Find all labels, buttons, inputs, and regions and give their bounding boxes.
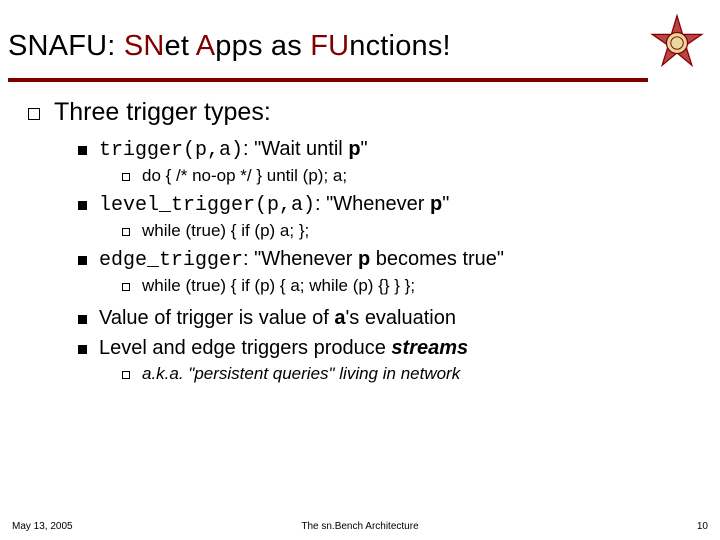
heading-level1: Three trigger types: [28,98,700,127]
trigger-item: edge_trigger: "Whenever p becomes true" [78,247,700,272]
label-post: becomes true" [370,248,504,270]
trigger-line: edge_trigger: "Whenever p becomes true" [99,248,504,272]
footer-center: The sn.Bench Architecture [0,521,720,532]
slide-footer: May 13, 2005 The sn.Bench Architecture 1… [0,521,720,532]
title-row: SNAFU: SNet Apps as FUnctions! [0,0,720,78]
note-pre: Level and edge triggers produce [99,337,391,359]
note-ital: streams [391,337,468,359]
sub-item: do { /* no-op */ } until (p); a; [122,166,700,186]
title-seg: pps as [215,30,310,62]
footer-date: May 13, 2005 [12,521,73,532]
slide-body: Three trigger types: trigger(p,a): "Wait… [0,98,720,384]
note-line: Level and edge triggers produce streams [99,337,468,360]
code-text: edge_trigger [99,249,243,272]
label-pre: : "Whenever [243,248,358,270]
title-seg: et [165,30,196,62]
bullet-open-icon [122,283,130,291]
title-seg-hl: SN [124,30,165,62]
label-bold: p [430,193,442,215]
trigger-item: level_trigger(p,a): "Whenever p" [78,192,700,217]
label-post: " [442,193,449,215]
note-pre: Value of trigger is value of [99,307,334,329]
trigger-line: trigger(p,a): "Wait until p" [99,138,368,162]
code-text: trigger(p,a) [99,139,243,162]
sub-text: while (true) { if (p) a; }; [142,221,309,241]
note-bold: a [334,307,345,329]
sub-item: a.k.a. "persistent queries" living in ne… [122,364,700,384]
title-seg: SNAFU: [8,30,124,62]
footer-page: 10 [697,521,708,532]
slide-title: SNAFU: SNet Apps as FUnctions! [8,30,640,63]
level2-group: trigger(p,a): "Wait until p" do { /* no-… [28,137,700,384]
note-line: Value of trigger is value of a's evaluat… [99,307,456,330]
bullet-open-icon [28,108,40,120]
title-seg-hl: FU [310,30,349,62]
bullet-open-icon [122,228,130,236]
note-post: 's evaluation [345,307,456,329]
bullet-filled-icon [78,201,87,210]
label-bold: p [348,138,360,160]
sub-item: while (true) { if (p) { a; while (p) {} … [122,276,700,296]
bullet-filled-icon [78,146,87,155]
sub-item: while (true) { if (p) a; }; [122,221,700,241]
sub-text: do { /* no-op */ } until (p); a; [142,166,347,186]
trigger-line: level_trigger(p,a): "Whenever p" [99,193,449,217]
title-seg-hl: A [196,30,216,62]
label-post: " [361,138,368,160]
bullet-filled-icon [78,315,87,324]
bullet-open-icon [122,173,130,181]
label-bold: p [358,248,370,270]
bullet-filled-icon [78,256,87,265]
trigger-item: trigger(p,a): "Wait until p" [78,137,700,162]
label-pre: : "Wait until [243,138,348,160]
note-item: Value of trigger is value of a's evaluat… [78,306,700,330]
university-logo-icon [646,12,708,74]
note-item: Level and edge triggers produce streams [78,336,700,360]
code-text: level_trigger(p,a) [99,194,315,217]
sub-text: while (true) { if (p) { a; while (p) {} … [142,276,415,296]
bullet-filled-icon [78,345,87,354]
title-underline [8,78,648,82]
aka-text: a.k.a. "persistent queries" living in ne… [142,364,460,384]
title-seg: nctions! [349,30,451,62]
heading-text: Three trigger types: [54,98,271,127]
bullet-open-icon [122,371,130,379]
label-pre: : "Whenever [315,193,430,215]
